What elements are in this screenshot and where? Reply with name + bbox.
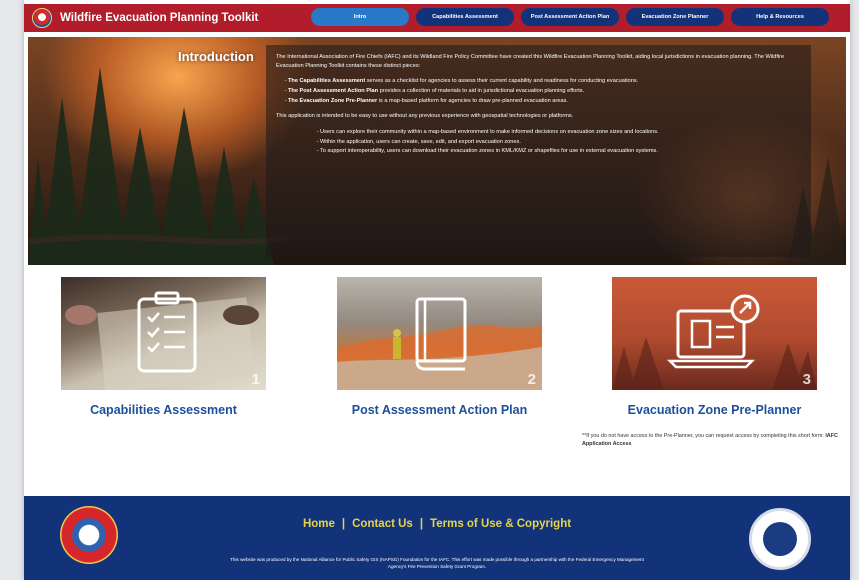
card-image[interactable]: 3 bbox=[612, 277, 817, 390]
map-planner-icon bbox=[612, 294, 817, 390]
card-number: 3 bbox=[802, 371, 811, 388]
intro-paragraph: The International Association of Fire Ch… bbox=[276, 54, 785, 69]
footer-credit: This website was produced by the Nationa… bbox=[230, 557, 644, 570]
access-note-text: **If you do not have access to the Pre-P… bbox=[582, 433, 826, 439]
card-title[interactable]: Post Assessment Action Plan bbox=[337, 403, 542, 417]
list-item: To support interoperability, users can d… bbox=[320, 147, 801, 156]
list-item: Users can explore their community within… bbox=[320, 128, 801, 137]
footer-link-home[interactable]: Home bbox=[303, 518, 335, 530]
card-number: 2 bbox=[527, 371, 536, 388]
nav-tab-help-resources[interactable]: Help & Resources bbox=[731, 8, 829, 26]
access-note: **If you do not have access to the Pre-P… bbox=[582, 432, 850, 448]
nav-tab-evacuation-zone-planner[interactable]: Evacuation Zone Planner bbox=[626, 8, 724, 26]
wildland-fire-programs-seal-icon bbox=[749, 508, 811, 570]
card-image[interactable]: 2 bbox=[337, 277, 542, 390]
nav-tab-post-assessment-action-plan[interactable]: Post Assessment Action Plan bbox=[521, 8, 619, 26]
footer-links: Home | Contact Us | Terms of Use & Copyr… bbox=[24, 518, 850, 530]
iafc-seal-icon bbox=[60, 506, 118, 564]
book-icon bbox=[337, 297, 542, 390]
hero-title: Introduction bbox=[178, 49, 254, 64]
checklist-icon bbox=[65, 291, 259, 390]
iafc-logo-icon[interactable] bbox=[32, 8, 52, 28]
page-frame: Wildfire Evacuation Planning Toolkit Int… bbox=[24, 0, 850, 580]
nav-tab-capabilities-assessment[interactable]: Capabilities Assessment bbox=[416, 8, 514, 26]
list-item: Within the application, users can create… bbox=[320, 138, 801, 147]
toolkit-pieces-list: The Capabilities Assessment serves as a … bbox=[288, 77, 801, 105]
app-title: Wildfire Evacuation Planning Toolkit bbox=[60, 12, 259, 24]
top-header-bar: Wildfire Evacuation Planning Toolkit Int… bbox=[24, 4, 850, 32]
piece-name: The Post Assessment Action Plan bbox=[288, 87, 379, 94]
piece-text: is a map-based platform for agencies to … bbox=[377, 97, 568, 104]
footer-link-contact[interactable]: Contact Us bbox=[352, 518, 413, 530]
piece-name: The Capabilities Assessment bbox=[288, 78, 366, 85]
list-item: The Post Assessment Action Plan provides… bbox=[288, 87, 801, 96]
top-navigation: Intro Capabilities Assessment Post Asses… bbox=[311, 8, 829, 26]
card-evacuation-zone-pre-planner[interactable]: 3 Evacuation Zone Pre-Planner bbox=[612, 277, 817, 417]
piece-text: provides a collection of materials to ai… bbox=[378, 87, 585, 94]
footer-separator: | bbox=[419, 518, 424, 530]
intro-text-panel: The International Association of Fire Ch… bbox=[266, 45, 811, 257]
nav-tab-intro[interactable]: Intro bbox=[311, 8, 409, 26]
list-item: The Capabilities Assessment serves as a … bbox=[288, 77, 801, 86]
footer-separator: | bbox=[341, 518, 346, 530]
seal-center bbox=[763, 522, 797, 556]
card-capabilities-assessment[interactable]: 1 Capabilities Assessment bbox=[61, 277, 266, 417]
app-intro-paragraph: This application is intended to be easy … bbox=[276, 113, 574, 120]
card-number: 1 bbox=[251, 371, 260, 388]
hero-banner: Introduction The International Associati… bbox=[28, 37, 846, 265]
app-features-list: Users can explore their community within… bbox=[320, 128, 801, 156]
list-item: The Evacuation Zone Pre-Planner is a map… bbox=[288, 97, 801, 106]
piece-name: The Evacuation Zone Pre-Planner bbox=[288, 97, 378, 104]
footer-link-terms[interactable]: Terms of Use & Copyright bbox=[430, 518, 571, 530]
card-image[interactable]: 1 bbox=[61, 277, 266, 390]
footer: Home | Contact Us | Terms of Use & Copyr… bbox=[24, 496, 850, 580]
card-title[interactable]: Evacuation Zone Pre-Planner bbox=[612, 403, 817, 417]
piece-text: serves as a checklist for agencies to as… bbox=[365, 78, 639, 85]
card-title[interactable]: Capabilities Assessment bbox=[61, 403, 266, 417]
card-post-assessment-action-plan[interactable]: 2 Post Assessment Action Plan bbox=[337, 277, 542, 417]
